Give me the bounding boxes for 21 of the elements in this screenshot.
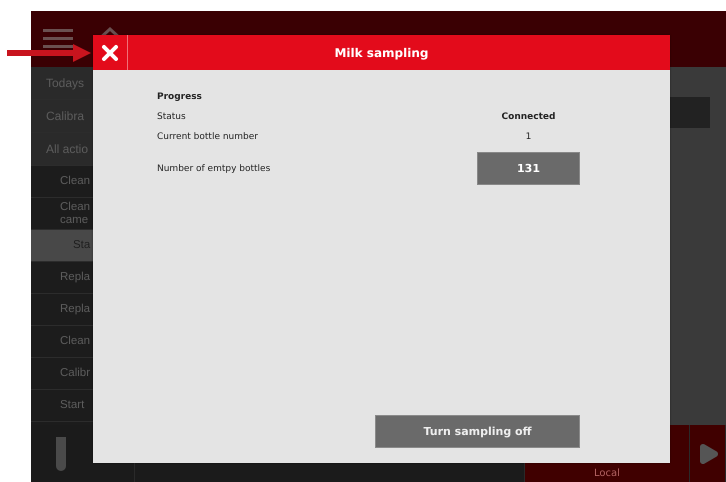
field-label: Status [157,111,187,124]
location-label: Local [594,468,620,479]
section-title: Progress [157,91,203,104]
sidebar-item[interactable]: Repla [60,303,93,316]
menu-icon[interactable] [43,29,73,49]
sidebar-item[interactable]: Repla [60,271,93,284]
content-block [670,97,710,128]
value-field[interactable]: 131 [477,152,580,185]
turn-off-button[interactable]: Turn sampling off [375,415,580,448]
sidebar-item[interactable]: Clean came [60,201,93,226]
sidebar-item[interactable]: Start [60,399,93,412]
test-tube-icon [54,436,66,472]
sidebar-item[interactable]: Clean [60,335,93,348]
field-value: Connected [500,112,556,122]
dialog-title: Milk sampling [333,46,430,60]
arrow-icon [7,44,91,62]
field-label: Current bottle number [157,131,259,144]
field-label: Number of emtpy bottles [157,162,272,176]
sidebar-item[interactable]: Clean [60,175,93,188]
field-value: 1 [524,132,532,142]
sidebar-item[interactable]: Calibr [60,367,93,380]
